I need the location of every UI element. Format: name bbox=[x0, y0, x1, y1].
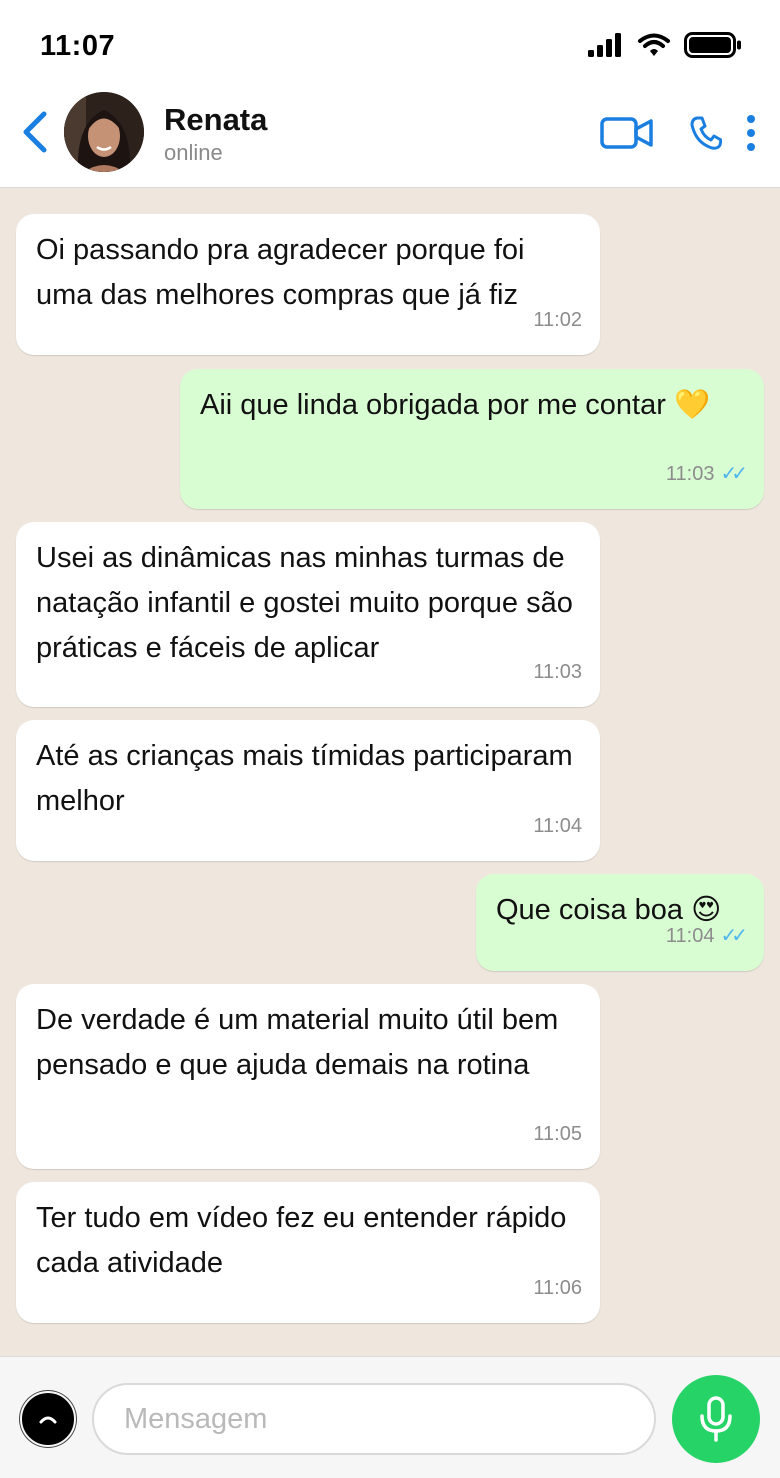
message-time-text: 11:02 bbox=[533, 309, 582, 331]
message-text: De verdade é um material muito útil bem … bbox=[36, 1004, 559, 1081]
message-time-text: 11:04 bbox=[665, 925, 715, 947]
chat-header: Renata online bbox=[0, 90, 780, 188]
read-ticks-icon: ✓✓ bbox=[720, 463, 747, 485]
message-bubble-incoming[interactable]: Usei as dinâmicas nas minhas turmas de n… bbox=[16, 522, 600, 707]
message-text: Usei as dinâmicas nas minhas turmas de n… bbox=[36, 542, 573, 664]
message-composer bbox=[0, 1356, 780, 1478]
message-time: 11:04 bbox=[533, 804, 582, 849]
status-time: 11:07 bbox=[40, 30, 116, 62]
message-input[interactable] bbox=[92, 1383, 656, 1455]
message-time-text: 11:06 bbox=[533, 1277, 582, 1299]
emoji-icon bbox=[39, 1416, 57, 1424]
message-bubble-outgoing[interactable]: Que coisa boa 😍 11:04 ✓✓ bbox=[476, 874, 764, 971]
contact-status: online bbox=[164, 140, 223, 165]
message-time: 11:04 ✓✓ bbox=[665, 914, 748, 959]
avatar-image bbox=[64, 92, 144, 172]
phone-icon[interactable] bbox=[690, 116, 722, 150]
message-time-text: 11:04 bbox=[533, 815, 582, 837]
message-bubble-incoming[interactable]: Ter tudo em vídeo fez eu entender rápido… bbox=[16, 1182, 600, 1323]
message-time: 11:03 bbox=[533, 650, 582, 695]
signal-icon bbox=[588, 33, 621, 57]
message-time: 11:03 ✓✓ bbox=[665, 452, 748, 497]
message-bubble-incoming[interactable]: De verdade é um material muito útil bem … bbox=[16, 984, 600, 1169]
back-chevron-icon[interactable] bbox=[18, 110, 54, 154]
microphone-icon bbox=[700, 1396, 732, 1442]
video-call-icon[interactable] bbox=[600, 116, 654, 150]
message-text: Até as crianças mais tímidas participara… bbox=[36, 740, 573, 817]
message-bubble-incoming[interactable]: Oi passando pra agradecer porque foi uma… bbox=[16, 214, 600, 355]
message-time: 11:06 bbox=[533, 1266, 582, 1311]
message-list[interactable]: Oi passando pra agradecer porque foi uma… bbox=[0, 189, 780, 1356]
message-time: 11:02 bbox=[533, 298, 582, 343]
more-vertical-icon[interactable] bbox=[745, 114, 757, 152]
microphone-button[interactable] bbox=[672, 1375, 760, 1463]
message-time-text: 11:03 bbox=[665, 463, 715, 485]
message-text: Aii que linda obrigada por me contar 💛 bbox=[200, 389, 711, 421]
status-bar: 11:07 bbox=[0, 0, 780, 90]
message-text: Ter tudo em vídeo fez eu entender rápido… bbox=[36, 1202, 567, 1279]
message-time-text: 11:03 bbox=[533, 661, 582, 683]
message-bubble-incoming[interactable]: Até as crianças mais tímidas participara… bbox=[16, 720, 600, 861]
read-ticks-icon: ✓✓ bbox=[720, 925, 747, 947]
contact-name[interactable]: Renata bbox=[164, 102, 267, 138]
emoji-button[interactable] bbox=[20, 1391, 76, 1447]
message-time: 11:05 bbox=[533, 1112, 582, 1157]
status-icons bbox=[588, 32, 742, 58]
message-bubble-outgoing[interactable]: Aii que linda obrigada por me contar 💛 1… bbox=[180, 369, 764, 509]
wifi-icon bbox=[638, 33, 670, 56]
message-time-text: 11:05 bbox=[533, 1123, 582, 1145]
message-text: Oi passando pra agradecer porque foi uma… bbox=[36, 234, 525, 311]
battery-icon bbox=[684, 32, 741, 58]
avatar[interactable] bbox=[64, 92, 144, 172]
